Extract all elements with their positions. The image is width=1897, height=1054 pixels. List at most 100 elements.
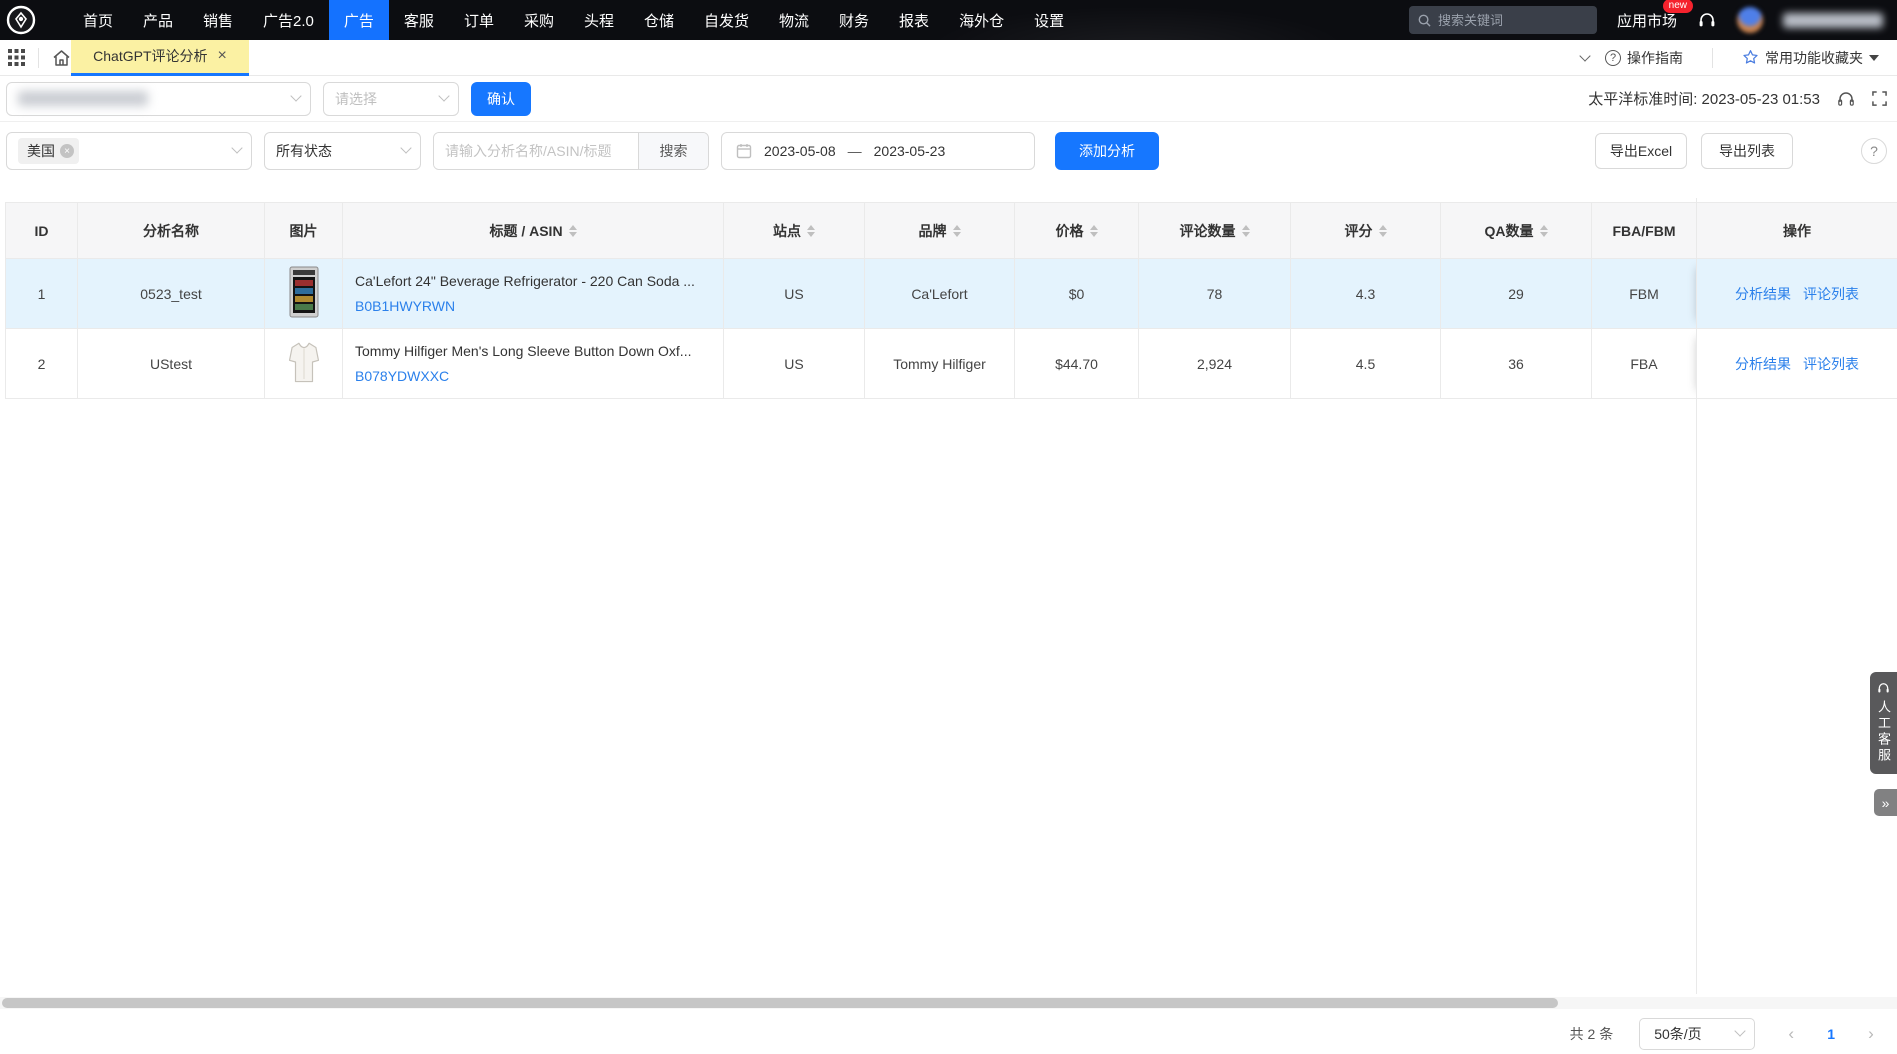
product-image-refrigerator[interactable] xyxy=(289,266,319,318)
cell-image xyxy=(265,259,343,329)
star-icon xyxy=(1742,49,1759,66)
horizontal-scrollbar xyxy=(0,997,1897,1009)
asin-link[interactable]: B0B1HWYRWN xyxy=(355,298,455,314)
user-avatar[interactable] xyxy=(1737,7,1763,33)
headset-icon[interactable] xyxy=(1836,89,1856,109)
nav-item-orders[interactable]: 订单 xyxy=(449,0,509,40)
cell-id: 2 xyxy=(6,329,78,399)
chevron-down-icon xyxy=(1735,1025,1746,1036)
cell-price: $0 xyxy=(1015,259,1139,329)
redacted-value xyxy=(18,91,148,106)
col-brand[interactable]: 品牌 xyxy=(865,203,1015,259)
app-logo-icon[interactable] xyxy=(6,5,36,35)
sort-icon[interactable] xyxy=(1242,225,1250,237)
nav-item-ads2[interactable]: 广告2.0 xyxy=(248,0,329,40)
nav-item-logistics[interactable]: 物流 xyxy=(764,0,824,40)
col-reviews[interactable]: 评论数量 xyxy=(1139,203,1291,259)
shop-select-redacted[interactable] xyxy=(6,82,311,116)
product-image-shirt[interactable] xyxy=(287,339,321,385)
sort-icon[interactable] xyxy=(1090,225,1098,237)
analysis-result-link[interactable]: 分析结果 xyxy=(1735,354,1791,374)
status-select[interactable]: 所有状态 xyxy=(264,132,421,170)
col-qa[interactable]: QA数量 xyxy=(1441,203,1592,259)
export-excel-button[interactable]: 导出Excel xyxy=(1595,133,1687,169)
cell-brand: Ca'Lefort xyxy=(865,259,1015,329)
nav-item-customer-service[interactable]: 客服 xyxy=(389,0,449,40)
sort-icon[interactable] xyxy=(1379,225,1387,237)
new-badge: new xyxy=(1663,0,1693,13)
divider xyxy=(1712,48,1713,68)
date-start[interactable]: 2023-05-08 xyxy=(764,143,836,159)
product-title: Ca'Lefort 24" Beverage Refrigerator - 22… xyxy=(355,273,711,289)
customer-service-widget[interactable]: 人工客服 xyxy=(1870,672,1897,774)
nav-item-settings[interactable]: 设置 xyxy=(1019,0,1079,40)
cell-id: 1 xyxy=(6,259,78,329)
sort-icon[interactable] xyxy=(569,225,577,237)
global-search[interactable] xyxy=(1409,6,1597,34)
review-list-link[interactable]: 评论列表 xyxy=(1803,284,1859,304)
add-analysis-button[interactable]: 添加分析 xyxy=(1055,132,1159,170)
tab-chatgpt-review-analysis[interactable]: ChatGPT评论分析 xyxy=(71,40,249,76)
col-id: ID xyxy=(6,203,78,259)
review-list-link[interactable]: 评论列表 xyxy=(1803,354,1859,374)
collapse-panel-icon[interactable] xyxy=(1874,789,1897,816)
navbar-right: 应用市场 new xyxy=(1409,0,1897,40)
tab-list-chevron-icon[interactable] xyxy=(1581,56,1589,60)
search-button[interactable]: 搜索 xyxy=(638,133,708,169)
apps-grid-icon[interactable] xyxy=(8,49,25,66)
col-site[interactable]: 站点 xyxy=(724,203,865,259)
nav-item-self-delivery[interactable]: 自发货 xyxy=(689,0,764,40)
nav-item-reports[interactable]: 报表 xyxy=(884,0,944,40)
nav-item-ads[interactable]: 广告 xyxy=(329,0,389,40)
analysis-result-link[interactable]: 分析结果 xyxy=(1735,284,1791,304)
nav-item-finance[interactable]: 财务 xyxy=(824,0,884,40)
favorites-menu[interactable]: 常用功能收藏夹 xyxy=(1742,48,1879,68)
scrollbar-thumb[interactable] xyxy=(2,998,1558,1008)
col-rating[interactable]: 评分 xyxy=(1291,203,1441,259)
search-icon xyxy=(1418,14,1431,27)
home-tab-icon[interactable] xyxy=(52,49,71,67)
secondary-select[interactable]: 请选择 xyxy=(323,82,459,116)
next-page-icon[interactable] xyxy=(1861,1024,1881,1044)
prev-page-icon[interactable] xyxy=(1781,1024,1801,1044)
sort-icon[interactable] xyxy=(1540,225,1548,237)
tab-close-icon[interactable] xyxy=(218,47,227,65)
nav-item-home[interactable]: 首页 xyxy=(68,0,128,40)
table-row[interactable]: 2 UStest Tommy Hilfiger Men's Long Sleev… xyxy=(6,329,1897,399)
date-end[interactable]: 2023-05-23 xyxy=(874,143,946,159)
confirm-button[interactable]: 确认 xyxy=(471,82,531,116)
headset-icon[interactable] xyxy=(1697,10,1717,30)
cell-price: $44.70 xyxy=(1015,329,1139,399)
search-input[interactable] xyxy=(1438,13,1588,28)
nav-item-purchasing[interactable]: 采购 xyxy=(509,0,569,40)
date-range-picker[interactable]: 2023-05-08 — 2023-05-23 xyxy=(721,132,1035,170)
col-price[interactable]: 价格 xyxy=(1015,203,1139,259)
nav-item-sales[interactable]: 销售 xyxy=(188,0,248,40)
help-icon[interactable] xyxy=(1861,138,1887,164)
top-navbar: 首页 产品 销售 广告2.0 广告 客服 订单 采购 头程 仓储 自发货 物流 … xyxy=(0,0,1897,40)
caret-down-icon xyxy=(1869,55,1879,61)
nav-item-first-leg[interactable]: 头程 xyxy=(569,0,629,40)
sort-icon[interactable] xyxy=(807,225,815,237)
col-title-asin[interactable]: 标题 / ASIN xyxy=(343,203,724,259)
page-number-1[interactable]: 1 xyxy=(1827,1026,1835,1042)
analysis-search-input[interactable] xyxy=(434,133,638,169)
page-size-select[interactable]: 50条/页 xyxy=(1639,1018,1755,1050)
nav-item-products[interactable]: 产品 xyxy=(128,0,188,40)
remove-tag-icon[interactable] xyxy=(60,144,74,158)
nav-item-overseas-warehouse[interactable]: 海外仓 xyxy=(944,0,1019,40)
asin-link[interactable]: B078YDWXXC xyxy=(355,368,449,384)
main-menu: 首页 产品 销售 广告2.0 广告 客服 订单 采购 头程 仓储 自发货 物流 … xyxy=(68,0,1079,40)
marketplace-select[interactable]: 美国 xyxy=(6,132,252,170)
app-market-link[interactable]: 应用市场 new xyxy=(1617,10,1677,31)
nav-item-warehouse[interactable]: 仓储 xyxy=(629,0,689,40)
guide-link[interactable]: 操作指南 xyxy=(1605,48,1683,68)
user-name-redacted[interactable] xyxy=(1783,13,1883,28)
table-row[interactable]: 1 0523_test Ca'Lefort 24" Beverage Refri… xyxy=(6,259,1897,329)
col-image: 图片 xyxy=(265,203,343,259)
sort-icon[interactable] xyxy=(953,225,961,237)
cell-image xyxy=(265,329,343,399)
export-list-button[interactable]: 导出列表 xyxy=(1701,133,1793,169)
app-window: 首页 产品 销售 广告2.0 广告 客服 订单 采购 头程 仓储 自发货 物流 … xyxy=(0,0,1897,1054)
fullscreen-icon[interactable] xyxy=(1872,91,1887,106)
